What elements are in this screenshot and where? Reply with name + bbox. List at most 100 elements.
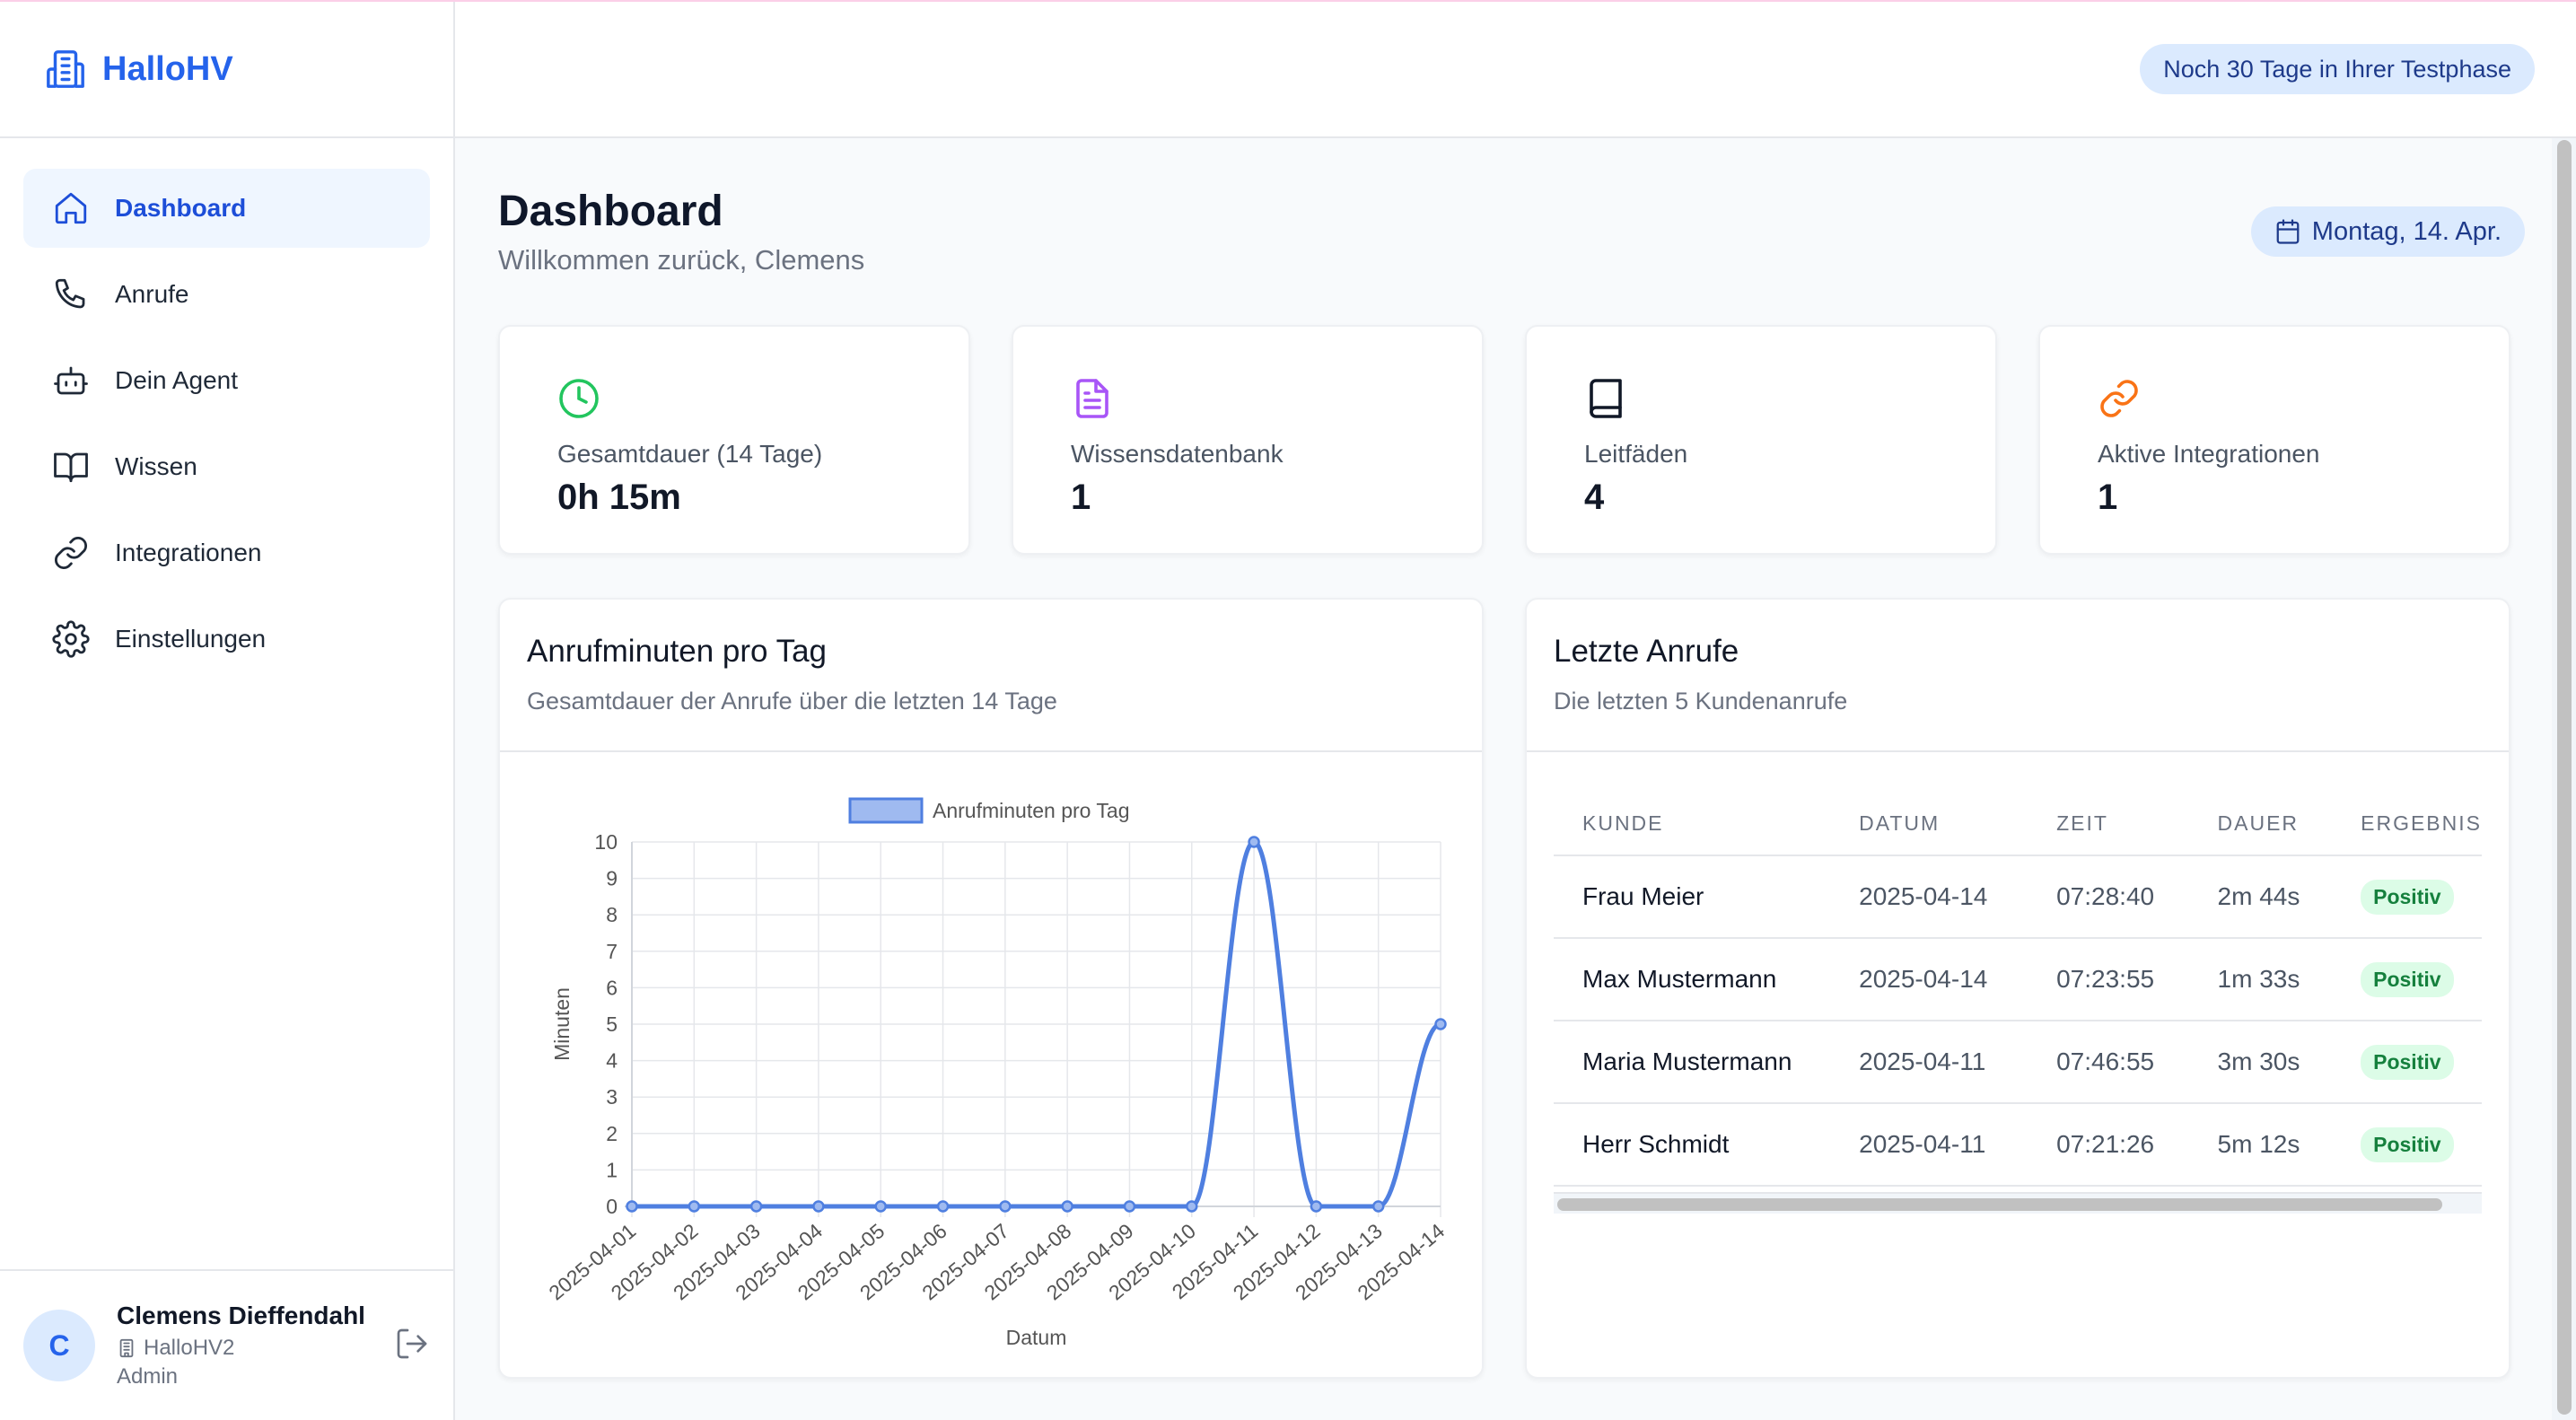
col-kunde[interactable]: KUNDE bbox=[1554, 793, 1831, 856]
cell-zeit: 07:28:40 bbox=[2028, 855, 2189, 939]
cell-dauer: 5m 12s bbox=[2188, 1103, 2333, 1187]
cell-kunde: Max Mustermann bbox=[1554, 938, 1831, 1021]
sidebar-item-label: Integrationen bbox=[115, 539, 262, 566]
chart-card-header: Anrufminuten pro Tag Gesamtdauer der Anr… bbox=[500, 600, 1482, 752]
stat-card-gesamtdauer: Gesamtdauer (14 Tage) 0h 15m bbox=[498, 325, 970, 555]
bot-icon bbox=[54, 366, 88, 395]
data-point bbox=[1061, 1200, 1073, 1213]
y-tick-label: 9 bbox=[606, 867, 618, 890]
chart-card: Anrufminuten pro Tag Gesamtdauer der Anr… bbox=[498, 598, 1484, 1379]
data-point bbox=[812, 1200, 825, 1213]
date-badge[interactable]: Montag, 14. Apr. bbox=[2250, 206, 2525, 257]
status-badge: Positiv bbox=[2361, 1044, 2454, 1080]
stat-card-integrationen: Aktive Integrationen 1 bbox=[2038, 325, 2510, 555]
brand[interactable]: HalloHV bbox=[0, 2, 453, 138]
cell-kunde: Maria Mustermann bbox=[1554, 1021, 1831, 1104]
calendar-icon bbox=[2276, 219, 2300, 244]
y-tick-label: 7 bbox=[606, 940, 618, 963]
stat-label: Aktive Integrationen bbox=[2098, 440, 2320, 468]
trial-badge[interactable]: Noch 30 Tage in Ihrer Testphase bbox=[2140, 44, 2535, 94]
recent-calls-card: Letzte Anrufe Die letzten 5 Kundenanrufe… bbox=[1525, 598, 2510, 1379]
brand-name: HalloHV bbox=[102, 49, 233, 88]
link-icon bbox=[55, 537, 87, 569]
cell-datum: 2025-04-14 bbox=[1830, 938, 2028, 1021]
page-subtitle: Willkommen zurück, Clemens bbox=[498, 244, 865, 276]
cell-dauer: 2m 44s bbox=[2188, 855, 2333, 939]
stat-label: Gesamtdauer (14 Tage) bbox=[557, 440, 823, 468]
y-tick-label: 6 bbox=[606, 976, 618, 999]
main-content: Dashboard Willkommen zurück, Clemens Mon… bbox=[455, 138, 2552, 1420]
document-icon bbox=[1076, 379, 1108, 418]
cell-datum: 2025-04-11 bbox=[1830, 1103, 2028, 1187]
stat-value: 1 bbox=[2098, 478, 2118, 517]
scrollbar-thumb[interactable] bbox=[1557, 1198, 2442, 1211]
cell-kunde: Frau Meier bbox=[1554, 855, 1831, 939]
cell-zeit: 07:46:55 bbox=[2028, 1021, 2189, 1104]
y-tick-label: 5 bbox=[606, 1012, 618, 1036]
cell-ergebnis: Positiv bbox=[2332, 855, 2482, 939]
status-badge: Positiv bbox=[2361, 961, 2454, 997]
stat-value: 1 bbox=[1071, 478, 1091, 517]
col-datum[interactable]: DATUM bbox=[1830, 793, 2028, 856]
top-header: Noch 30 Tage in Ihrer Testphase bbox=[455, 2, 2576, 138]
table-row[interactable]: Maria Mustermann 2025-04-11 07:46:55 3m … bbox=[1554, 1021, 2482, 1104]
line-chart: 0123456789102025-04-012025-04-022025-04-… bbox=[544, 797, 1449, 1349]
gear-icon bbox=[52, 620, 90, 658]
sidebar-item-anrufe[interactable]: Anrufe bbox=[23, 255, 430, 334]
data-point bbox=[688, 1200, 701, 1213]
cell-kunde: Herr Schmidt bbox=[1554, 1103, 1831, 1187]
table-header-row: KUNDE DATUM ZEIT DAUER ERGEBNIS bbox=[1554, 793, 2482, 856]
sidebar-item-label: Einstellungen bbox=[115, 625, 267, 653]
home-icon bbox=[55, 192, 87, 224]
data-point bbox=[626, 1200, 638, 1213]
data-point bbox=[999, 1200, 1012, 1213]
stat-card-leitfaeden: Leitfäden 4 bbox=[1525, 325, 1997, 555]
y-tick-label: 4 bbox=[606, 1049, 618, 1073]
clock-icon bbox=[559, 379, 599, 418]
recent-calls-header: Letzte Anrufe Die letzten 5 Kundenanrufe bbox=[1527, 600, 2509, 752]
table-horizontal-scrollbar[interactable] bbox=[1554, 1192, 2482, 1214]
legend-label: Anrufminuten pro Tag bbox=[933, 799, 1130, 822]
avatar[interactable]: C bbox=[23, 1310, 95, 1381]
y-axis-title: Minuten bbox=[550, 987, 574, 1061]
table-row[interactable]: Max Mustermann 2025-04-14 07:23:55 1m 33… bbox=[1554, 938, 2482, 1021]
col-zeit[interactable]: ZEIT bbox=[2028, 793, 2189, 856]
user-name: Clemens Dieffendahl bbox=[117, 1302, 365, 1329]
stat-label: Wissensdatenbank bbox=[1071, 440, 1284, 468]
logout-button[interactable] bbox=[394, 1326, 430, 1366]
cell-ergebnis: Positiv bbox=[2332, 938, 2482, 1021]
scrollbar-thumb[interactable] bbox=[2557, 140, 2572, 1415]
calls-table: KUNDE DATUM ZEIT DAUER ERGEBNIS Frau Mei… bbox=[1554, 793, 2482, 1187]
col-ergebnis[interactable]: ERGEBNIS bbox=[2332, 793, 2482, 856]
table-row[interactable]: Herr Schmidt 2025-04-11 07:21:26 5m 12s … bbox=[1554, 1103, 2482, 1187]
status-badge: Positiv bbox=[2361, 879, 2454, 915]
book-icon bbox=[1590, 379, 1622, 418]
table-row[interactable]: Frau Meier 2025-04-14 07:28:40 2m 44s Po… bbox=[1554, 855, 2482, 939]
sidebar-item-label: Wissen bbox=[115, 452, 197, 480]
data-point bbox=[1186, 1200, 1198, 1213]
sidebar-item-wissen[interactable]: Wissen bbox=[23, 427, 430, 506]
sidebar-item-dashboard[interactable]: Dashboard bbox=[23, 169, 430, 248]
calls-table-wrapper: KUNDE DATUM ZEIT DAUER ERGEBNIS Frau Mei… bbox=[1554, 793, 2482, 1187]
data-point bbox=[749, 1200, 763, 1213]
y-tick-label: 2 bbox=[606, 1122, 618, 1145]
y-tick-label: 10 bbox=[594, 830, 618, 854]
sidebar-item-dein-agent[interactable]: Dein Agent bbox=[23, 341, 430, 420]
cell-datum: 2025-04-11 bbox=[1830, 1021, 2028, 1104]
sidebar-item-einstellungen[interactable]: Einstellungen bbox=[23, 600, 430, 679]
sidebar-item-label: Dashboard bbox=[115, 194, 247, 222]
col-dauer[interactable]: DAUER bbox=[2188, 793, 2333, 856]
page-scrollbar[interactable] bbox=[2552, 138, 2576, 1420]
logout-icon bbox=[397, 1328, 427, 1358]
data-point bbox=[1123, 1200, 1136, 1213]
sidebar-item-label: Anrufe bbox=[115, 280, 189, 308]
sidebar-item-integrationen[interactable]: Integrationen bbox=[23, 513, 430, 592]
chart-card-subtitle: Gesamtdauer der Anrufe über die letzten … bbox=[527, 688, 1057, 714]
phone-icon bbox=[55, 278, 85, 309]
cell-dauer: 1m 33s bbox=[2188, 938, 2333, 1021]
chart-card-title: Anrufminuten pro Tag bbox=[527, 634, 828, 669]
cell-zeit: 07:23:55 bbox=[2028, 938, 2189, 1021]
cell-dauer: 3m 30s bbox=[2188, 1021, 2333, 1104]
stat-value: 0h 15m bbox=[557, 478, 681, 517]
cell-zeit: 07:21:26 bbox=[2028, 1103, 2189, 1187]
